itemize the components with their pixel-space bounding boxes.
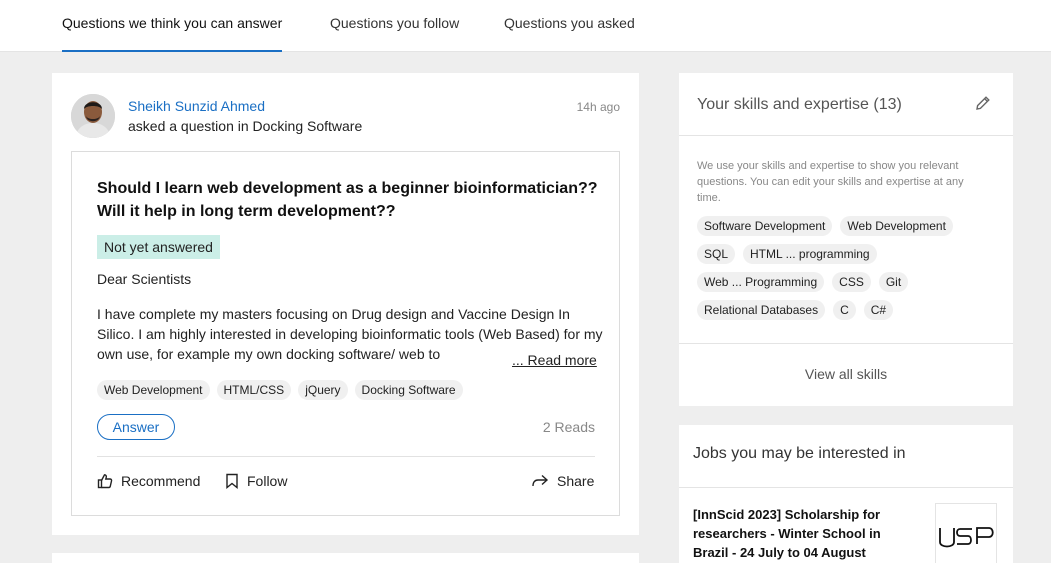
tag-html-css[interactable]: HTML/CSS <box>216 380 292 400</box>
tab-questions-you-asked[interactable]: Questions you asked <box>504 0 635 52</box>
bookmark-icon <box>225 473 239 489</box>
tab-questions-you-can-answer[interactable]: Questions we think you can answer <box>62 0 283 52</box>
share-arrow-icon <box>531 474 549 488</box>
recommend-button[interactable]: Recommend <box>97 473 200 489</box>
asked-in-topic: asked a question in Docking Software <box>128 118 362 134</box>
skills-title: Your skills and expertise (13) <box>697 96 902 113</box>
follow-button[interactable]: Follow <box>225 473 287 489</box>
job-title-link[interactable]: [InnScid 2023] Scholarship for researche… <box>693 505 913 562</box>
read-more-link[interactable]: ... Read more <box>510 352 597 368</box>
skills-header: Your skills and expertise (13) <box>679 73 1013 136</box>
skill-chip[interactable]: C <box>833 300 856 320</box>
skills-list: Software Development Web Development SQL… <box>697 216 997 328</box>
skills-panel: Your skills and expertise (13) We use yo… <box>679 73 1013 406</box>
topic-link[interactable]: Docking Software <box>253 118 363 134</box>
skill-chip[interactable]: Web Development <box>840 216 953 236</box>
jobs-panel: Jobs you may be interested in [InnScid 2… <box>679 425 1013 563</box>
author-avatar[interactable] <box>71 94 115 138</box>
tab-questions-you-follow[interactable]: Questions you follow <box>330 0 459 52</box>
share-label: Share <box>557 473 595 489</box>
skill-chip[interactable]: C# <box>863 300 894 320</box>
follow-label: Follow <box>247 473 288 489</box>
question-card: Sheikh Sunzid Ahmed asked a question in … <box>52 73 639 535</box>
tag-jquery[interactable]: jQuery <box>298 380 348 400</box>
jobs-title: Jobs you may be interested in <box>693 445 906 462</box>
answer-button[interactable]: Answer <box>97 414 175 440</box>
skill-chip[interactable]: SQL <box>697 244 736 264</box>
asked-prefix: asked a question in <box>128 118 253 134</box>
edit-pencil-icon[interactable] <box>975 95 991 116</box>
skill-chip[interactable]: CSS <box>832 272 871 292</box>
author-name-link[interactable]: Sheikh Sunzid Ahmed <box>128 98 265 114</box>
question-title[interactable]: Should I learn web development as a begi… <box>97 177 607 223</box>
question-tags: Web Development HTML/CSS jQuery Docking … <box>97 380 463 400</box>
status-badge: Not yet answered <box>97 235 220 259</box>
skills-description: We use your skills and expertise to show… <box>697 160 964 204</box>
skill-chip[interactable]: HTML ... programming <box>743 244 877 264</box>
skill-chip[interactable]: Software Development <box>697 216 833 236</box>
skill-chip[interactable]: Relational Databases <box>697 300 826 320</box>
reads-count: 2 Reads <box>542 419 595 435</box>
next-question-card <box>52 553 639 563</box>
jobs-header: Jobs you may be interested in <box>679 425 1013 488</box>
question-box: Should I learn web development as a begi… <box>71 151 620 516</box>
actions-divider <box>97 456 595 457</box>
usp-logo[interactable] <box>935 503 997 563</box>
skill-chip[interactable]: Web ... Programming <box>697 272 825 292</box>
question-salutation: Dear Scientists <box>97 271 192 287</box>
tag-web-development[interactable]: Web Development <box>97 380 210 400</box>
tag-docking-software[interactable]: Docking Software <box>354 380 463 400</box>
share-button[interactable]: Share <box>531 473 594 489</box>
view-all-skills-link[interactable]: View all skills <box>679 366 1013 382</box>
skills-footer: View all skills <box>679 343 1013 406</box>
recommend-label: Recommend <box>121 473 201 489</box>
skill-chip[interactable]: Git <box>878 272 909 292</box>
timestamp: 14h ago <box>576 100 620 114</box>
top-tab-bar: Questions we think you can answer Questi… <box>0 0 1051 52</box>
thumbs-up-icon <box>97 473 113 489</box>
